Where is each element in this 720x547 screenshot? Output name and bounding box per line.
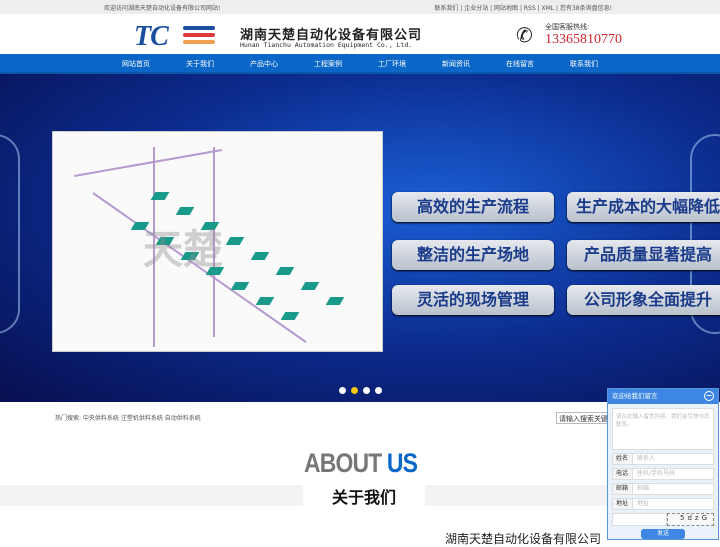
logo[interactable]: TC: [134, 21, 169, 53]
phone-icon: ✆: [516, 23, 533, 47]
nav-products[interactable]: 产品中心: [232, 54, 296, 72]
about-en-a: ABOUT: [304, 448, 387, 478]
banner-tag: 高效的生产流程: [392, 192, 554, 222]
banner-tag: 整洁的生产场地: [392, 240, 554, 270]
send-button[interactable]: 发送: [641, 529, 685, 539]
nav-message[interactable]: 在线留言: [488, 54, 552, 72]
banner-tag: 公司形象全面提升: [567, 285, 720, 315]
logo-stripes: [183, 26, 215, 47]
nav-contact[interactable]: 联系我们: [552, 54, 616, 72]
top-links[interactable]: 联系我们 | 企业分站 | 网站地图 | RSS | XML | 您有38条询盘…: [434, 3, 612, 12]
address-field[interactable]: 地址 地址: [612, 498, 714, 510]
company-name-en: Hunan Tianchu Automation Equipment Co., …: [240, 41, 413, 49]
slide-indicators: [339, 387, 382, 394]
nav-cases[interactable]: 工程案例: [296, 54, 360, 72]
widget-title: 欢迎给我们留言: [612, 392, 658, 400]
captcha-row: 5dzG: [612, 513, 714, 526]
field-label: 电话: [613, 469, 633, 479]
slide-dot[interactable]: [363, 387, 370, 394]
hot-search[interactable]: 热门搜索: 中央供料系统 注塑机供料系统 自动供料系统: [55, 413, 201, 422]
field-placeholder[interactable]: 邮箱: [633, 484, 649, 494]
top-bar: 欢迎访问湖南天楚自动化设备有限公司网站! 联系我们 | 企业分站 | 网站地图 …: [0, 0, 720, 14]
slide-dot[interactable]: [339, 387, 346, 394]
message-textarea[interactable]: 请在此输入留言内容，我们会尽快与您联系。: [612, 408, 714, 450]
phone-field[interactable]: 电话 座机/手机号码: [612, 468, 714, 480]
header: TC 湖南天楚自动化设备有限公司 Hunan Tianchu Automatio…: [0, 14, 720, 54]
field-label: 邮箱: [613, 484, 633, 494]
about-en-b: US: [386, 448, 418, 478]
field-placeholder[interactable]: 座机/手机号码: [633, 469, 675, 479]
slide-dot-active[interactable]: [351, 387, 358, 394]
message-widget: 欢迎给我们留言 − 请在此输入留言内容，我们会尽快与您联系。 姓名 联系人 电话 座机…: [607, 388, 719, 540]
email-field[interactable]: 邮箱 邮箱: [612, 483, 714, 495]
nav-news[interactable]: 新闻资讯: [424, 54, 488, 72]
banner-tag: 生产成本的大幅降低: [567, 192, 720, 222]
decor-hand-left: [0, 134, 20, 334]
minimize-icon[interactable]: −: [704, 391, 714, 401]
watermark: 天楚: [143, 227, 223, 273]
hotline-number: 13365810770: [545, 32, 622, 47]
about-title-en: ABOUT US: [304, 448, 418, 479]
field-label: 姓名: [613, 454, 633, 464]
nav-about[interactable]: 关于我们: [168, 54, 232, 72]
nav-home[interactable]: 网站首页: [104, 54, 168, 72]
hotline-label: 全国客服热线:: [545, 23, 590, 31]
message-widget-header: 欢迎给我们留言 −: [608, 389, 718, 404]
about-title-cn: 关于我们: [303, 484, 425, 507]
banner-tag: 产品质量显著提高: [567, 240, 720, 270]
field-placeholder[interactable]: 地址: [633, 499, 649, 509]
field-label: 地址: [613, 499, 633, 509]
captcha-image[interactable]: 5dzG: [667, 513, 714, 526]
name-field[interactable]: 姓名 联系人: [612, 453, 714, 465]
captcha-input[interactable]: [612, 513, 667, 526]
production-line-image: 天楚: [52, 131, 383, 352]
welcome-text: 欢迎访问湖南天楚自动化设备有限公司网站!: [104, 5, 221, 12]
hero-banner[interactable]: 天楚 高效的生产流程 生产成本的大幅降低 整洁的生产场地 产品质量显著提高 灵活…: [0, 74, 720, 402]
slide-dot[interactable]: [375, 387, 382, 394]
field-placeholder[interactable]: 联系人: [633, 454, 655, 464]
nav-factory[interactable]: 工厂环境: [360, 54, 424, 72]
about-company-name: 湖南天楚自动化设备有限公司: [445, 532, 602, 546]
main-nav: 网站首页 关于我们 产品中心 工程案例 工厂环境 新闻资讯 在线留言 联系我们: [0, 54, 720, 74]
banner-tag: 灵活的现场管理: [392, 285, 554, 315]
